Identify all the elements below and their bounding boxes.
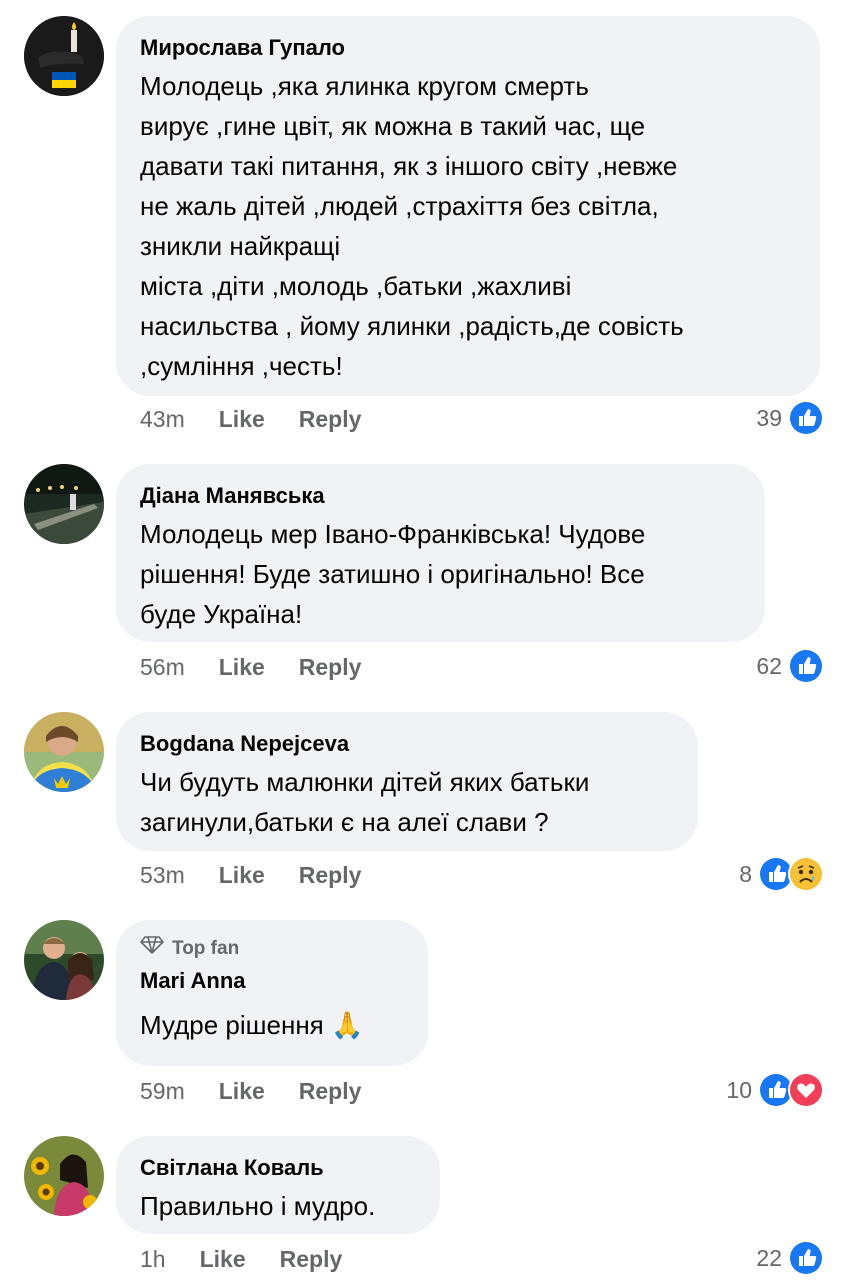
reaction-summary[interactable]: 22 (756, 1240, 824, 1276)
comment-time[interactable]: 1h (140, 1246, 166, 1273)
comment-actions: 1h Like Reply (140, 1244, 376, 1274)
comment-author[interactable]: Світлана Коваль (140, 1154, 416, 1182)
comment-time[interactable]: 56m (140, 654, 185, 681)
comment-time[interactable]: 43m (140, 406, 185, 433)
reply-button[interactable]: Reply (299, 1078, 362, 1105)
comment-author[interactable]: Bogdana Nepejceva (140, 730, 674, 758)
comment-actions: 43m Like Reply (140, 404, 395, 434)
love-icon (788, 1072, 824, 1108)
comment-bubble: Діана Манявська Молодець мер Івано-Франк… (116, 464, 765, 642)
reaction-count: 62 (756, 652, 782, 679)
reply-button[interactable]: Reply (299, 654, 362, 681)
reaction-summary[interactable]: 39 (756, 400, 824, 436)
comment-author[interactable]: Мирослава Гупало (140, 34, 796, 62)
comment-time[interactable]: 53m (140, 862, 185, 889)
reply-button[interactable]: Reply (299, 862, 362, 889)
comment-actions: 59m Like Reply (140, 1076, 395, 1106)
top-fan-label: Top fan (172, 937, 240, 959)
comment-actions: 53m Like Reply (140, 860, 395, 890)
avatar[interactable] (24, 1136, 104, 1216)
comment-text: Молодець мер Івано-Франківська! Чудове р… (140, 519, 646, 629)
avatar[interactable] (24, 920, 104, 1000)
reaction-count: 10 (726, 1076, 752, 1103)
like-button[interactable]: Like (219, 862, 265, 889)
like-icon (788, 648, 824, 684)
comment-bubble: Bogdana Nepejceva Чи будуть малюнки діте… (116, 712, 698, 851)
comment-actions: 56m Like Reply (140, 652, 395, 682)
like-button[interactable]: Like (219, 406, 265, 433)
like-icon (788, 1240, 824, 1276)
comment-text: Чи будуть малюнки дітей яких батьки заги… (140, 767, 590, 837)
reaction-summary[interactable]: 62 (756, 648, 824, 684)
like-button[interactable]: Like (219, 1078, 265, 1105)
reply-button[interactable]: Reply (299, 406, 362, 433)
comment-author[interactable]: Діана Манявська (140, 482, 741, 510)
like-button[interactable]: Like (219, 654, 265, 681)
comment-bubble: Світлана Коваль Правильно і мудро. (116, 1136, 440, 1234)
reply-button[interactable]: Reply (280, 1246, 343, 1273)
avatar[interactable] (24, 16, 104, 96)
comment-bubble: Мирослава Гупало Молодець ,яка ялинка кр… (116, 16, 820, 396)
comment-author[interactable]: Mari Anna (140, 967, 404, 995)
like-button[interactable]: Like (200, 1246, 246, 1273)
reaction-summary[interactable]: 8 (739, 856, 824, 892)
top-fan-badge: Top fan (140, 936, 404, 961)
avatar[interactable] (24, 712, 104, 792)
reaction-count: 39 (756, 404, 782, 431)
avatar[interactable] (24, 464, 104, 544)
comment-text: Молодець ,яка ялинка кругом смерть вирує… (140, 71, 684, 381)
comment-bubble: Top fan Mari Anna Мудре рішення 🙏 (116, 920, 428, 1066)
diamond-icon (140, 936, 164, 961)
comment-text: Мудре рішення 🙏 (140, 1010, 364, 1040)
like-icon (788, 400, 824, 436)
sad-icon (788, 856, 824, 892)
reaction-count: 22 (756, 1244, 782, 1271)
comment-time[interactable]: 59m (140, 1078, 185, 1105)
reaction-count: 8 (739, 860, 752, 887)
reaction-summary[interactable]: 10 (726, 1072, 824, 1108)
comment-text: Правильно і мудро. (140, 1191, 376, 1221)
